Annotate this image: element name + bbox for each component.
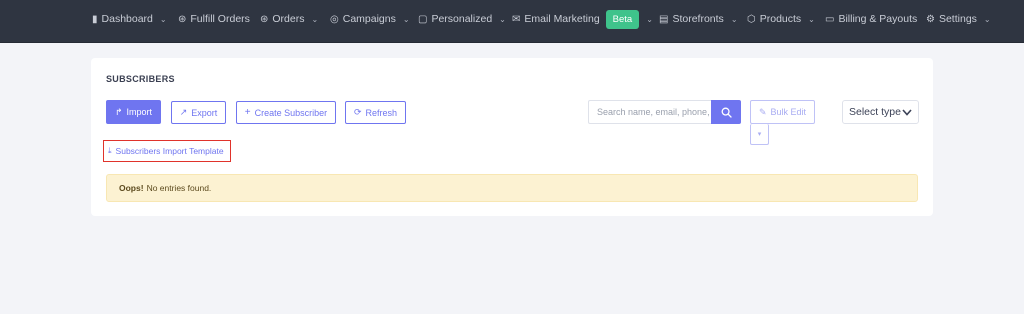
nav-personalized[interactable]: ▢ Personalized ⌄	[418, 0, 506, 38]
export-icon: ↗	[179, 107, 188, 117]
nav-settings[interactable]: ⚙ Settings ⌄	[926, 0, 991, 38]
nav-campaigns[interactable]: ◎ Campaigns ⌄	[330, 0, 410, 38]
search-icon	[721, 107, 732, 118]
nav-settings-label: Settings	[938, 13, 977, 25]
card-icon: ▭	[825, 13, 835, 25]
chat-icon: ▢	[418, 13, 428, 25]
nav-products-label: Products	[759, 13, 802, 25]
alert-message: No entries found.	[146, 183, 212, 193]
import-button[interactable]: ↱ Import	[106, 100, 161, 124]
nav-orders-label: Orders	[272, 13, 305, 25]
nav-email-marketing[interactable]: ✉ Email Marketing Beta ⌄	[512, 0, 653, 38]
alert-strong-text: Oops!	[119, 183, 144, 193]
chevron-down-icon	[902, 108, 912, 116]
mail-icon: ✉	[512, 13, 521, 25]
chevron-down-icon: ⌄	[402, 14, 410, 24]
nav-storefronts-label: Storefronts	[672, 13, 724, 25]
nav-billing-payouts[interactable]: ▭ Billing & Payouts	[825, 0, 917, 38]
chevron-down-icon: ⌄	[730, 14, 738, 24]
refresh-icon: ⟳	[353, 107, 362, 117]
cart-icon: ⊛	[178, 13, 187, 25]
page-title: SUBSCRIBERS	[106, 74, 175, 84]
plus-icon: +	[244, 107, 251, 118]
nav-personalized-label: Personalized	[431, 13, 493, 25]
cart-icon: ⊛	[260, 13, 269, 25]
nav-products[interactable]: ⬡ Products ⌄	[747, 0, 815, 38]
empty-state-alert: Oops! No entries found.	[106, 174, 918, 202]
store-icon: ▤	[659, 13, 669, 25]
create-subscriber-button[interactable]: + Create Subscriber	[236, 101, 336, 124]
bar-chart-icon: ▮	[92, 13, 98, 25]
nav-fulfill-orders[interactable]: ⊛ Fulfill Orders	[178, 0, 250, 38]
export-button-label: Export	[191, 107, 218, 118]
select-type-dropdown[interactable]: Select type	[842, 100, 919, 124]
nav-storefronts[interactable]: ▤ Storefronts ⌄	[659, 0, 738, 38]
export-button[interactable]: ↗ Export	[171, 101, 226, 124]
chevron-down-icon: ⌄	[983, 14, 991, 24]
target-icon: ◎	[330, 13, 339, 25]
select-type-label: Select type	[849, 106, 901, 118]
nav-billing-payouts-label: Billing & Payouts	[838, 13, 918, 25]
search-input[interactable]: Search name, email, phone,	[588, 100, 711, 124]
nav-fulfill-orders-label: Fulfill Orders	[190, 13, 250, 25]
import-button-label: Import	[126, 107, 153, 117]
refresh-button-label: Refresh	[365, 107, 398, 118]
box-icon: ⬡	[747, 13, 756, 25]
nav-orders[interactable]: ⊛ Orders ⌄	[260, 0, 318, 38]
template-link-label: Subscribers Import Template	[115, 146, 224, 156]
chevron-down-icon: ⌄	[646, 14, 653, 24]
search-button[interactable]	[711, 100, 741, 124]
beta-badge: Beta	[605, 9, 640, 29]
subscribers-import-template-link[interactable]: ⤓ Subscribers Import Template	[103, 140, 231, 162]
top-navigation: ▮ Dashboard ⌄ ⊛ Fulfill Orders ⊛ Orders …	[0, 0, 1024, 43]
bulk-edit-button-label: Bulk Edit	[770, 107, 807, 117]
nav-dashboard-label: Dashboard	[101, 13, 153, 25]
import-icon: ↱	[114, 106, 123, 117]
chevron-down-icon: ⌄	[311, 14, 319, 24]
chevron-down-icon: ⌄	[499, 14, 506, 24]
refresh-button[interactable]: ⟳ Refresh	[345, 101, 406, 124]
create-subscriber-button-label: Create Subscriber	[254, 107, 328, 118]
subscribers-card: SUBSCRIBERS ↱ Import ↗ Export + Create S…	[91, 58, 933, 216]
nav-dashboard[interactable]: ▮ Dashboard ⌄	[92, 0, 167, 38]
chevron-down-icon: ▾	[757, 131, 762, 138]
gear-icon: ⚙	[926, 13, 935, 25]
chevron-down-icon: ⌄	[159, 14, 167, 24]
bulk-edit-button[interactable]: ✎ Bulk Edit	[750, 100, 815, 124]
nav-campaigns-label: Campaigns	[342, 13, 396, 25]
chevron-down-icon: ⌄	[808, 14, 815, 24]
nav-email-marketing-label: Email Marketing	[524, 13, 600, 25]
edit-icon: ✎	[758, 106, 767, 117]
download-icon: ⤓	[108, 146, 112, 155]
bulk-edit-dropdown-toggle[interactable]: ▾	[750, 124, 769, 145]
